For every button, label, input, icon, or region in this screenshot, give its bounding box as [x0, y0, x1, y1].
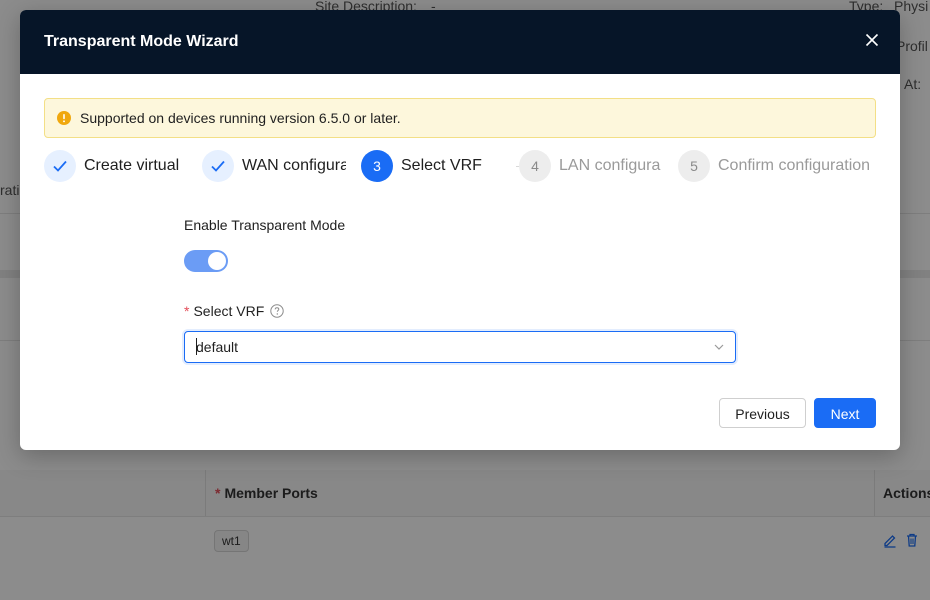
transparent-mode-wizard-dialog: Transparent Mode Wizard Supported on dev…: [20, 10, 900, 450]
step-label: WAN configura: [242, 157, 346, 174]
step-label: Select VRF: [401, 157, 482, 174]
close-icon[interactable]: [862, 30, 882, 50]
alert-text: Supported on devices running version 6.5…: [80, 110, 401, 126]
question-circle-icon[interactable]: [270, 304, 284, 318]
warning-circle-icon: [57, 111, 71, 125]
step-label: LAN configura: [559, 157, 661, 174]
required-asterisk: *: [184, 303, 190, 319]
version-alert: Supported on devices running version 6.5…: [44, 98, 876, 138]
check-icon: [211, 160, 225, 172]
step-status-done: [202, 150, 234, 182]
step-number: 3: [361, 150, 393, 182]
vrf-select[interactable]: default: [184, 331, 736, 363]
step-lan-configuration[interactable]: 4 LAN configura: [519, 150, 689, 184]
step-wan-configuration[interactable]: WAN configura: [202, 150, 372, 184]
step-number: 5: [678, 150, 710, 182]
dialog-header: Transparent Mode Wizard: [20, 10, 900, 74]
check-icon: [53, 160, 67, 172]
chevron-down-icon[interactable]: [713, 341, 725, 353]
step-label: Create virtual: [84, 157, 180, 174]
toggle-knob: [208, 252, 226, 270]
step-label: Confirm configuration: [718, 157, 871, 174]
step-number: 4: [519, 150, 551, 182]
step-select-vrf[interactable]: 3 Select VRF: [361, 150, 501, 184]
step-confirm-configuration[interactable]: 5 Confirm configuration: [678, 150, 876, 184]
dialog-title: Transparent Mode Wizard: [44, 33, 239, 50]
step-status-done: [44, 150, 76, 182]
enable-transparent-mode-toggle[interactable]: [184, 250, 228, 272]
wizard-steps: Create virtual WAN configura 3 Select VR…: [44, 150, 876, 184]
previous-button[interactable]: Previous: [719, 398, 806, 428]
vrf-selected-value: default: [196, 339, 239, 355]
enable-transparent-mode-label: Enable Transparent Mode: [184, 217, 346, 233]
next-button[interactable]: Next: [814, 398, 876, 428]
select-vrf-label: * Select VRF: [184, 303, 265, 319]
step-create-virtual[interactable]: Create virtual: [44, 150, 189, 184]
